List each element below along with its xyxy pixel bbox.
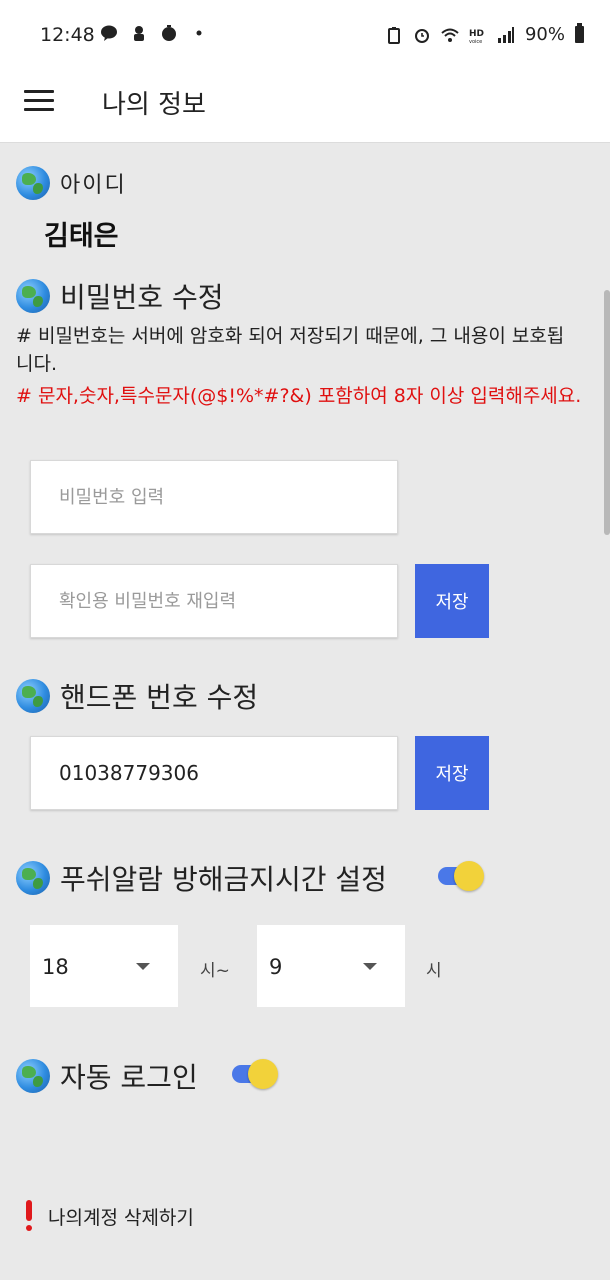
id-label: 아이디	[60, 173, 127, 198]
globe-icon	[16, 1059, 50, 1093]
start-hour-unit: 시~	[200, 961, 230, 981]
globe-icon	[16, 679, 50, 713]
toggle-knob	[248, 1059, 278, 1089]
delete-account-link[interactable]: 나의계정 삭제하기	[24, 1200, 194, 1232]
battery-saver-icon	[387, 26, 400, 44]
end-hour-select[interactable]: 9	[257, 925, 405, 1007]
id-section-heading: 아이디	[16, 166, 127, 200]
dropdown-arrow-icon	[363, 963, 377, 970]
start-hour-select[interactable]: 18	[30, 925, 178, 1007]
password-confirm-input[interactable]	[30, 564, 398, 638]
phone-section-title: 핸드폰 번호 수정	[60, 681, 259, 714]
page-title: 나의 정보	[102, 90, 206, 120]
timer-icon	[162, 25, 176, 41]
password-section-heading: 비밀번호 수정	[16, 276, 223, 316]
password-save-button[interactable]: 저장	[415, 564, 489, 638]
system-icons: HD voice 90%	[385, 23, 584, 45]
push-section-title: 푸쉬알람 방해금지시간 설정	[60, 863, 387, 896]
kakaotalk-icon	[101, 25, 117, 41]
password-warning-text: # 문자,숫자,특수문자(@$!%*#?&) 포함하여 8자 이상 입력해주세요…	[16, 385, 582, 407]
battery-icon	[575, 23, 584, 43]
phone-input[interactable]	[30, 736, 398, 810]
end-hour-value: 9	[269, 955, 283, 979]
signal-icon	[497, 26, 514, 43]
scrollbar[interactable]	[604, 290, 610, 535]
notification-icons	[100, 24, 208, 42]
globe-icon	[16, 166, 50, 200]
password-section-title: 비밀번호 수정	[60, 281, 224, 314]
user-id-value: 김태은	[44, 221, 119, 252]
autologin-toggle[interactable]	[230, 1058, 280, 1089]
dropdown-arrow-icon	[136, 963, 150, 970]
status-bar: 12:48 HD voice 90%	[0, 0, 610, 70]
app-icon	[134, 26, 144, 41]
push-dnd-toggle[interactable]	[436, 860, 486, 891]
phone-save-button[interactable]: 저장	[415, 736, 489, 810]
exclamation-icon	[24, 1200, 34, 1232]
svg-text:HD: HD	[469, 29, 484, 39]
menu-icon[interactable]	[24, 90, 54, 116]
toggle-knob	[454, 861, 484, 891]
push-section-heading: 푸쉬알람 방해금지시간 설정	[16, 858, 387, 898]
phone-section-heading: 핸드폰 번호 수정	[16, 676, 258, 716]
autologin-section-heading: 자동 로그인	[16, 1056, 198, 1096]
globe-icon	[16, 279, 50, 313]
battery-percent: 90%	[524, 24, 565, 45]
dot-icon	[196, 30, 202, 36]
app-bar: 나의 정보	[0, 70, 610, 143]
delete-account-label: 나의계정 삭제하기	[48, 1206, 194, 1229]
globe-icon	[16, 861, 50, 895]
autologin-title: 자동 로그인	[60, 1061, 198, 1094]
password-info-text: # 비밀번호는 서버에 암호화 되어 저장되기 때문에, 그 내용이 보호됩니다…	[16, 325, 565, 375]
password-input[interactable]	[30, 460, 398, 534]
hd-voice-icon: HDvoice	[469, 29, 484, 44]
start-hour-value: 18	[42, 955, 69, 979]
status-time: 12:48	[40, 24, 95, 46]
alarm-icon	[414, 28, 429, 43]
end-hour-unit: 시	[426, 961, 442, 981]
svg-text:voice: voice	[469, 39, 482, 44]
wifi-icon	[441, 28, 459, 42]
